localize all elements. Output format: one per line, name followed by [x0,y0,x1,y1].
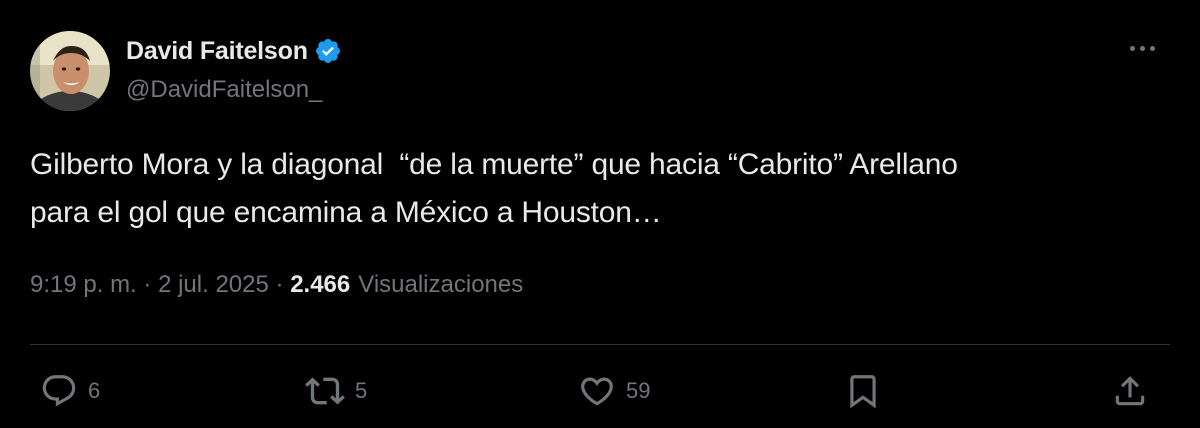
tweet-time[interactable]: 9:19 p. m. [30,271,137,299]
tweet-meta: 9:19 p. m. · 2 jul. 2025 · 2.466 Visuali… [30,271,523,299]
retweet-icon [305,371,345,411]
share-button[interactable] [1111,368,1149,414]
avatar[interactable] [30,31,110,111]
views-count: 2.466 [290,271,351,298]
tweet-card: David Faitelson @DavidFaitelson_ Gilbert… [0,0,1200,428]
like-button[interactable]: 59 [578,368,650,414]
like-count: 59 [626,378,651,403]
verified-badge-icon[interactable] [314,37,342,65]
author-display-name[interactable]: David Faitelson [126,37,308,66]
divider [30,344,1170,345]
views-label: Visualizaciones [358,271,524,298]
tweet-date[interactable]: 2 jul. 2025 [158,271,269,299]
share-icon [1111,372,1149,410]
retweet-button[interactable]: 5 [305,368,367,414]
reply-icon [40,372,78,410]
reply-button[interactable]: 6 [40,368,100,414]
bookmark-icon [844,372,882,410]
heart-icon [578,372,616,410]
meta-separator: · [143,271,152,298]
retweet-count: 5 [355,378,368,403]
bookmark-button[interactable] [844,368,882,414]
avatar-photo [30,31,110,111]
author-name-row: David Faitelson [126,34,342,68]
author-handle[interactable]: @DavidFaitelson_ [126,76,322,104]
meta-separator: · [275,271,284,298]
tweet-text: Gilberto Mora y la diagonal “de la muert… [30,148,958,229]
reply-count: 6 [88,378,101,403]
action-bar: 6 5 59 [0,368,1200,414]
more-horizontal-icon[interactable] [1124,36,1160,60]
